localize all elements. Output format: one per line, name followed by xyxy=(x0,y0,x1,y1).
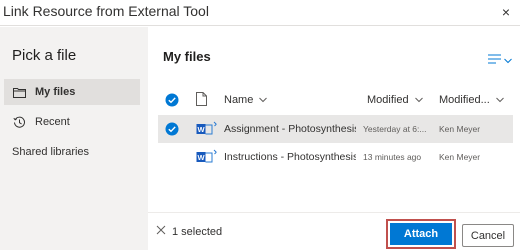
sidebar: Pick a file My files Recent Shared libra… xyxy=(0,27,148,250)
file-modified: 13 minutes ago xyxy=(363,152,422,162)
sidebar-item-recent[interactable]: Recent xyxy=(4,109,140,135)
sidebar-item-label: My files xyxy=(35,86,76,98)
sidebar-item-my-files[interactable]: My files xyxy=(4,79,140,105)
table-row[interactable]: W Instructions - Photosynthesis.... 13 m… xyxy=(158,143,513,171)
file-modified: Yesterday at 6:... xyxy=(363,124,427,134)
folder-icon xyxy=(12,85,26,99)
dialog-footer: 1 selected Attach Cancel xyxy=(148,212,520,250)
column-header-label: Modified... xyxy=(439,94,490,106)
column-header-label: Name xyxy=(224,94,254,106)
clear-selection-icon[interactable] xyxy=(156,225,166,238)
file-type-header-icon xyxy=(196,92,207,109)
dialog-titlebar: Link Resource from External Tool × xyxy=(0,0,520,26)
chevron-down-icon xyxy=(504,51,512,69)
cancel-button[interactable]: Cancel xyxy=(462,224,514,247)
file-list-panel: My files Name Modified Modified... W Ass… xyxy=(148,27,520,212)
svg-text:W: W xyxy=(197,125,205,134)
file-modified-by: Ken Meyer xyxy=(439,124,481,134)
attach-button-highlight: Attach xyxy=(386,219,456,249)
page-title: My files xyxy=(163,49,211,64)
close-icon[interactable]: × xyxy=(502,4,510,20)
selection-status: 1 selected xyxy=(156,225,222,238)
file-modified-by: Ken Meyer xyxy=(439,152,481,162)
sidebar-item-shared-libraries[interactable]: Shared libraries xyxy=(4,139,140,165)
chevron-down-icon xyxy=(495,97,504,103)
sidebar-item-label: Shared libraries xyxy=(12,146,90,158)
file-name[interactable]: Assignment - Photosynthesis.... xyxy=(224,123,356,135)
word-doc-icon: W xyxy=(196,149,218,168)
word-doc-icon: W xyxy=(196,121,218,140)
column-header-modified-by[interactable]: Modified... xyxy=(439,94,504,106)
table-row[interactable]: W Assignment - Photosynthesis.... Yester… xyxy=(158,115,513,143)
table-header: Name Modified Modified... xyxy=(158,89,513,113)
dialog-title: Link Resource from External Tool xyxy=(3,3,209,19)
list-view-icon xyxy=(488,51,501,69)
selection-count: 1 selected xyxy=(172,225,223,238)
select-all-checkbox[interactable] xyxy=(165,93,179,110)
file-name[interactable]: Instructions - Photosynthesis.... xyxy=(224,151,356,163)
history-icon xyxy=(12,115,26,129)
sidebar-item-label: Recent xyxy=(35,116,70,128)
svg-text:W: W xyxy=(197,153,205,162)
column-header-name[interactable]: Name xyxy=(224,94,268,106)
chevron-down-icon xyxy=(414,97,423,103)
row-checkbox[interactable] xyxy=(165,122,179,139)
chevron-down-icon xyxy=(259,97,268,103)
view-options-button[interactable] xyxy=(488,51,512,69)
sidebar-heading: Pick a file xyxy=(12,47,77,64)
column-header-modified[interactable]: Modified xyxy=(367,94,423,106)
column-header-label: Modified xyxy=(367,94,409,106)
attach-button[interactable]: Attach xyxy=(390,223,452,245)
